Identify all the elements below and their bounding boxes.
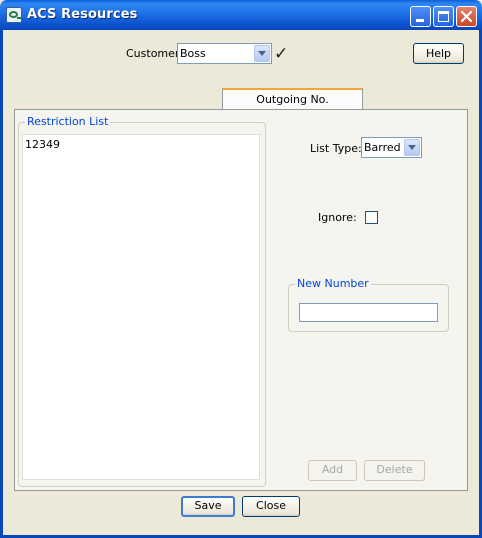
add-button[interactable]: Add	[308, 460, 357, 481]
title-bar[interactable]: ACS Resources	[0, 0, 482, 30]
list-type-label: List Type:	[310, 142, 362, 155]
window-title: ACS Resources	[27, 7, 138, 22]
ignore-checkbox[interactable]	[365, 211, 378, 224]
new-number-title: New Number	[295, 277, 371, 290]
maximize-button[interactable]	[433, 6, 454, 27]
list-type-select[interactable]: Barred	[361, 137, 422, 158]
close-icon	[460, 10, 473, 23]
acs-app-icon[interactable]	[6, 7, 22, 23]
close-window-button[interactable]	[456, 6, 477, 27]
ignore-label: Ignore:	[318, 211, 357, 224]
restriction-list[interactable]: 12349	[22, 134, 260, 480]
chevron-down-icon[interactable]	[404, 139, 420, 156]
new-number-input[interactable]	[299, 303, 438, 322]
help-button[interactable]: Help	[413, 43, 464, 64]
customer-label: Customer	[126, 47, 180, 60]
tab-outgoing-no-restrictions[interactable]: Outgoing No. Restrictions	[222, 88, 363, 125]
list-item[interactable]: 12349	[25, 138, 60, 151]
checkmark-icon: ✓	[274, 44, 289, 64]
minimize-icon	[416, 19, 424, 22]
maximize-icon	[438, 11, 449, 22]
list-type-value: Barred	[364, 141, 401, 154]
minimize-button[interactable]	[410, 6, 431, 27]
save-button[interactable]: Save	[181, 496, 235, 517]
customer-select[interactable]: Boss	[177, 43, 272, 64]
delete-button[interactable]: Delete	[364, 460, 425, 481]
close-button[interactable]: Close	[242, 496, 300, 517]
customer-value: Boss	[180, 47, 206, 60]
chevron-down-icon[interactable]	[254, 45, 270, 62]
restriction-list-title: Restriction List	[25, 115, 111, 128]
